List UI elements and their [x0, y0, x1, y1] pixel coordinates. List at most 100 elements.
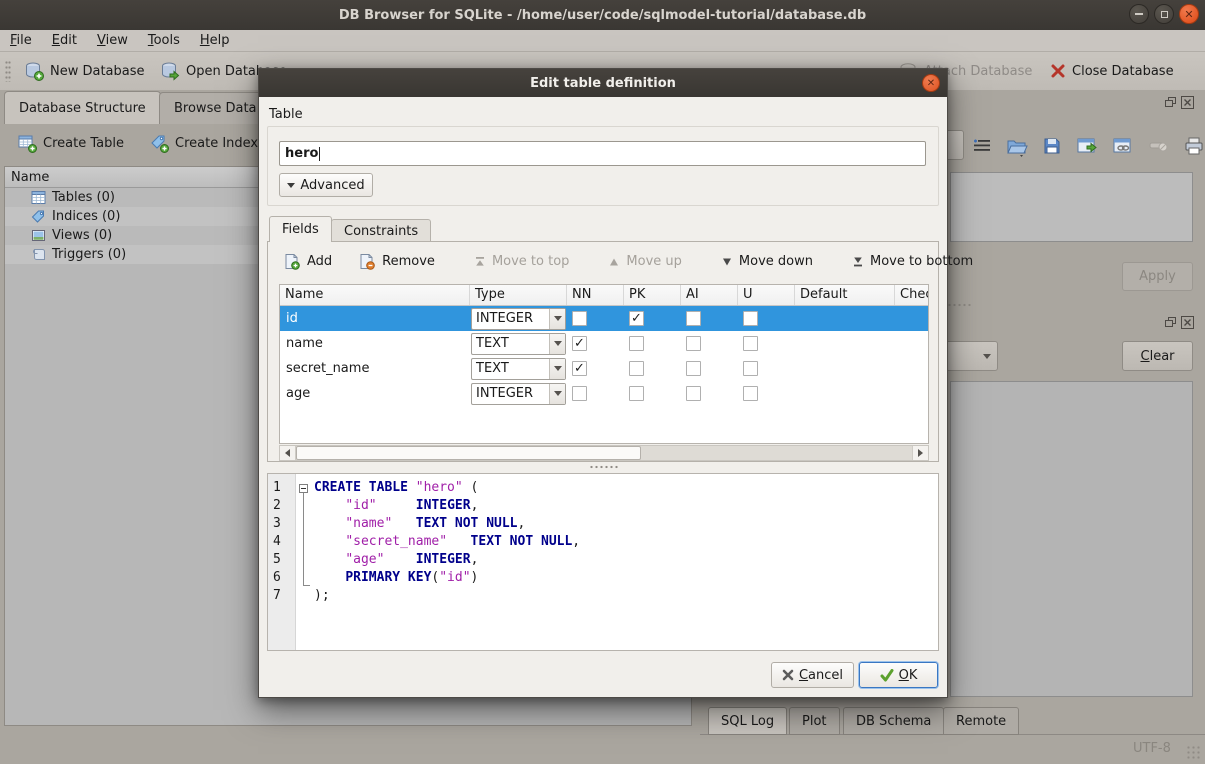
col-header-nn[interactable]: NN: [567, 285, 624, 305]
scroll-right-button[interactable]: [912, 446, 928, 460]
col-header-type[interactable]: Type: [470, 285, 567, 305]
toolbar-grip[interactable]: [5, 60, 11, 82]
clear-log-button[interactable]: Clear: [1122, 341, 1193, 371]
move-down-button[interactable]: Move down: [722, 253, 813, 270]
dialog-title-bar[interactable]: Edit table definition ✕: [259, 69, 947, 97]
tab-db-schema[interactable]: DB Schema: [843, 707, 944, 735]
type-combobox[interactable]: INTEGER: [471, 308, 566, 330]
check-cell[interactable]: [895, 356, 929, 381]
field-name[interactable]: secret_name: [280, 356, 470, 381]
sql-log-view[interactable]: [950, 381, 1193, 697]
nn-checkbox[interactable]: [572, 361, 587, 376]
field-row-secret-name[interactable]: secret_name TEXT: [280, 356, 928, 381]
dock-float-icon[interactable]: [1164, 316, 1177, 329]
field-name[interactable]: age: [280, 381, 470, 406]
dock-close-icon[interactable]: [1181, 316, 1194, 329]
field-row-age[interactable]: age INTEGER: [280, 381, 928, 406]
tab-browse-data[interactable]: Browse Data: [159, 92, 272, 124]
type-combobox[interactable]: TEXT: [471, 358, 566, 380]
pk-checkbox[interactable]: [629, 361, 644, 376]
fields-hscrollbar[interactable]: [279, 445, 929, 461]
pk-checkbox[interactable]: [629, 336, 644, 351]
ai-checkbox[interactable]: [686, 311, 701, 326]
save-file-icon[interactable]: [1042, 136, 1062, 156]
print-icon[interactable]: [1184, 136, 1204, 156]
col-header-pk[interactable]: PK: [624, 285, 681, 305]
col-header-check[interactable]: Check: [895, 285, 929, 305]
wrap-lines-icon[interactable]: [972, 136, 992, 156]
maximize-button[interactable]: [1154, 4, 1174, 24]
move-to-top-icon: [475, 257, 485, 267]
dialog-close-button[interactable]: ✕: [922, 74, 940, 92]
minimize-button[interactable]: [1129, 4, 1149, 24]
table-name-input[interactable]: hero: [279, 141, 926, 166]
create-index-button[interactable]: Create Index: [150, 134, 258, 153]
default-cell[interactable]: [795, 381, 895, 406]
new-database-button[interactable]: New Database: [24, 56, 145, 86]
field-name[interactable]: id: [280, 306, 470, 331]
u-checkbox[interactable]: [743, 386, 758, 401]
cancel-button[interactable]: Cancel: [771, 662, 854, 688]
dock-float-icon[interactable]: [1164, 96, 1177, 109]
ai-checkbox[interactable]: [686, 361, 701, 376]
pk-checkbox[interactable]: [629, 386, 644, 401]
sql-preview[interactable]: 1234567 CREATE TABLE "hero" ( "id" INTEG…: [267, 473, 939, 651]
check-cell[interactable]: [895, 381, 929, 406]
dialog-splitter-handle[interactable]: [589, 465, 619, 469]
nn-checkbox[interactable]: [572, 336, 587, 351]
u-checkbox[interactable]: [743, 361, 758, 376]
field-row-name[interactable]: name TEXT: [280, 331, 928, 356]
u-checkbox[interactable]: [743, 336, 758, 351]
check-cell[interactable]: [895, 306, 929, 331]
tab-database-structure[interactable]: Database Structure: [4, 91, 161, 124]
open-file-icon[interactable]: [1006, 135, 1028, 157]
nn-checkbox[interactable]: [572, 386, 587, 401]
ok-button[interactable]: OK: [859, 662, 938, 688]
ai-checkbox[interactable]: [686, 386, 701, 401]
add-field-button[interactable]: Add: [283, 253, 332, 270]
external-edit-icon[interactable]: [1076, 136, 1098, 156]
menu-edit[interactable]: Edit: [42, 31, 87, 50]
tab-plot[interactable]: Plot: [789, 707, 840, 735]
u-checkbox[interactable]: [743, 311, 758, 326]
field-name[interactable]: name: [280, 331, 470, 356]
link-data-icon[interactable]: [1112, 136, 1134, 156]
nn-checkbox[interactable]: [572, 311, 587, 326]
col-header-u[interactable]: U: [738, 285, 795, 305]
menu-view[interactable]: View: [87, 31, 138, 50]
cell-editor-textarea[interactable]: [950, 172, 1193, 242]
type-combobox[interactable]: TEXT: [471, 333, 566, 355]
scroll-left-button[interactable]: [280, 446, 296, 460]
close-database-button[interactable]: Close Database: [1050, 56, 1174, 86]
tab-constraints[interactable]: Constraints: [331, 219, 431, 242]
pk-checkbox[interactable]: [629, 311, 644, 326]
col-header-default[interactable]: Default: [795, 285, 895, 305]
scrollbar-thumb[interactable]: [296, 446, 641, 460]
menu-file[interactable]: File: [0, 31, 42, 50]
default-cell[interactable]: [795, 306, 895, 331]
remove-field-button[interactable]: Remove: [358, 253, 435, 270]
default-cell[interactable]: [795, 356, 895, 381]
col-header-ai[interactable]: AI: [681, 285, 738, 305]
scrollbar-track[interactable]: [296, 446, 912, 460]
menu-tools[interactable]: Tools: [138, 31, 190, 50]
check-cell[interactable]: [895, 331, 929, 356]
tab-fields[interactable]: Fields: [269, 216, 332, 242]
field-row-id[interactable]: id INTEGER: [280, 306, 928, 331]
menu-help[interactable]: Help: [190, 31, 240, 50]
close-button[interactable]: ✕: [1179, 4, 1199, 24]
title-bar[interactable]: DB Browser for SQLite - /home/user/code/…: [0, 0, 1205, 30]
ai-checkbox[interactable]: [686, 336, 701, 351]
default-cell[interactable]: [795, 331, 895, 356]
tab-remote[interactable]: Remote: [943, 707, 1019, 735]
col-header-name[interactable]: Name: [280, 285, 470, 305]
set-null-icon: [1148, 136, 1170, 156]
type-combobox[interactable]: INTEGER: [471, 383, 566, 405]
window-resize-grip[interactable]: [1186, 745, 1202, 761]
move-to-bottom-button[interactable]: Move to bottom: [853, 253, 973, 270]
fold-marker-icon[interactable]: [299, 484, 308, 493]
create-table-button[interactable]: Create Table: [18, 134, 124, 153]
tab-sql-log[interactable]: SQL Log: [708, 707, 787, 735]
advanced-button[interactable]: Advanced: [279, 173, 373, 197]
dock-close-icon[interactable]: [1181, 96, 1194, 109]
